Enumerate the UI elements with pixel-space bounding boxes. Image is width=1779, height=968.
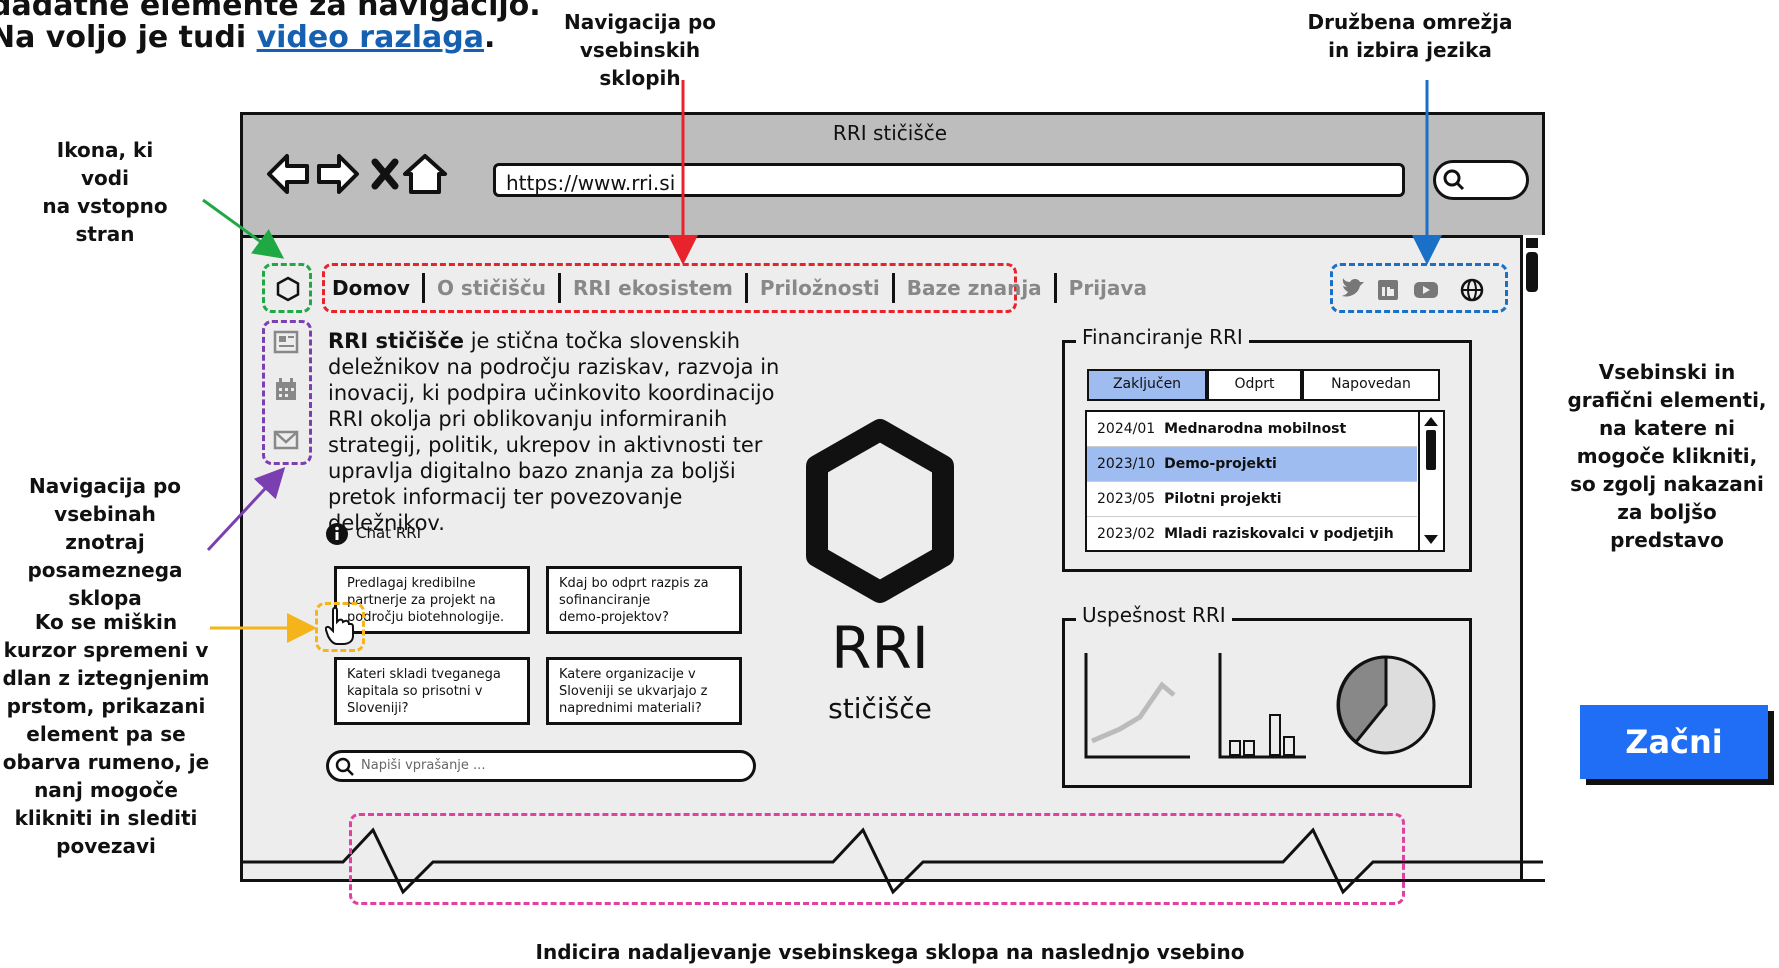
tab-rri-ekosistem[interactable]: RRI ekosistem (573, 276, 733, 300)
intro-line: strategij, politik, ukrepov in aktivnost… (328, 433, 763, 457)
annotation-cursor: Ko se miškin kurzor spremeni v dlan z izte… (2, 610, 210, 858)
intro-line: RRI okolja pri oblikovanju informiranih (328, 407, 728, 431)
bar-chart-icon (1218, 653, 1306, 759)
url-field[interactable]: https://www.rri.si (493, 163, 1405, 197)
hand-cursor-icon (325, 606, 354, 645)
browser-title: RRI stičišče (832, 121, 948, 145)
chat-label: Chat RRI (356, 524, 422, 542)
calendar-icon[interactable] (276, 378, 296, 400)
close-icon[interactable] (371, 158, 399, 190)
tab-baze-znanja[interactable]: Baze znanja (907, 276, 1042, 300)
intro-line: deležnikov na področju raziskav, razvoja… (328, 355, 780, 379)
tab-odprt[interactable]: Odprt (1207, 369, 1302, 401)
youtube-icon[interactable] (1414, 282, 1438, 298)
tab-divider (891, 273, 895, 303)
financing-title: Financiranje RRI (1076, 325, 1249, 349)
forward-arrow-icon[interactable] (317, 154, 359, 194)
pie-chart-icon (1336, 655, 1436, 755)
success-charts (1084, 653, 1436, 759)
list-item[interactable]: 2023/10 Demo-projekti (1087, 447, 1417, 482)
mail-icon[interactable] (273, 430, 299, 450)
tab-napovedan[interactable]: Napovedan (1302, 369, 1440, 401)
intro-line-2: Na voljo je tudi video razlaga. (0, 20, 495, 55)
home-icon[interactable] (403, 154, 447, 194)
scrollbar[interactable] (1520, 235, 1545, 879)
rri-logo-icon (806, 419, 954, 603)
social-icons (1342, 278, 1484, 302)
tab-divider (557, 273, 561, 303)
continuation-highlight (349, 813, 1405, 905)
search-icon (1443, 169, 1465, 191)
intro-period: . (484, 20, 496, 55)
intro-text: Na voljo je tudi (0, 20, 257, 55)
search-icon (335, 757, 354, 776)
intro-line: je stična točka slovenskih (464, 329, 741, 353)
list-item[interactable]: 2024/01 Mednarodna mobilnost (1087, 412, 1417, 447)
tab-zakljucen[interactable]: Zaključen (1087, 369, 1207, 401)
list-item[interactable]: 2023/02 Mladi raziskovalci v podjetjih (1087, 517, 1417, 550)
annotation-noninteractive: Vsebinski in grafični elementi, na katere … (1567, 360, 1767, 552)
newspaper-icon[interactable] (273, 330, 299, 354)
back-arrow-icon[interactable] (267, 154, 309, 194)
twitter-icon[interactable] (1342, 278, 1364, 297)
logo-title: RRI (831, 614, 929, 682)
hexagon-home-icon[interactable] (275, 276, 301, 302)
financing-list: 2024/01 Mednarodna mobilnost 2023/10 Dem… (1085, 410, 1445, 552)
scroll-thumb[interactable] (1526, 252, 1538, 292)
scroll-up-arrow[interactable] (1526, 238, 1538, 248)
tab-divider (421, 273, 425, 303)
annotation-social: Družbena omrežja in izbira jezika (1307, 10, 1513, 62)
logo-subtitle: stičišče (828, 692, 932, 725)
annotation-top-nav: Navigacija po vsebinskih sklopih (563, 10, 717, 90)
linkedin-icon[interactable] (1378, 280, 1398, 300)
chat-suggestion[interactable]: Katere organizacije v Sloveniji se ukvarj… (546, 657, 742, 725)
tab-priloznosti[interactable]: Priložnosti (760, 276, 880, 300)
intro-paragraph: RRI stičišče je stična točka slovenskih … (328, 328, 798, 536)
annotation-continuation: Indicira nadaljevanje vsebinskega sklopa… (535, 940, 1245, 964)
list-item[interactable]: 2023/05 Pilotni projekti (1087, 482, 1417, 517)
list-scroll-arrows (1424, 417, 1438, 544)
top-nav: Domov O stičišču RRI ekosistem Priložnos… (332, 273, 1147, 303)
intro-line: inovacij, ki podpira učinkovito koordina… (328, 381, 775, 405)
annotation-inner-nav: Navigacija po vsebinah znotraj posameznega… (27, 474, 183, 610)
annotation-home-icon: Ikona, ki vodi na vstopno stran (42, 138, 168, 246)
chat-suggestion[interactable]: Kateri skladi tveganega kapitala so priso… (334, 657, 530, 725)
info-icon (326, 523, 348, 545)
intro-line: upravlja digitalno bazo znanja za boljši (328, 459, 736, 483)
chat-input-placeholder: Napiši vprašanje ... (361, 758, 486, 773)
video-link[interactable]: video razlaga (257, 20, 484, 55)
browser-nav-icons (267, 154, 447, 194)
globe-icon[interactable] (1460, 278, 1484, 302)
tab-prijava[interactable]: Prijava (1069, 276, 1147, 300)
tab-o-sticiscu[interactable]: O stičišču (437, 276, 546, 300)
chat-suggestion[interactable]: Kdaj bo odprt razpis za sofinanciranje dem… (546, 566, 742, 634)
line-chart-icon (1084, 653, 1190, 759)
start-button[interactable]: Začni (1580, 705, 1768, 779)
success-title: Uspešnost RRI (1076, 603, 1232, 627)
tab-divider (744, 273, 748, 303)
tab-divider (1053, 273, 1057, 303)
intro-bold: RRI stičišče (328, 329, 465, 353)
tab-domov[interactable]: Domov (332, 276, 410, 300)
sidebar-icons (273, 330, 299, 450)
